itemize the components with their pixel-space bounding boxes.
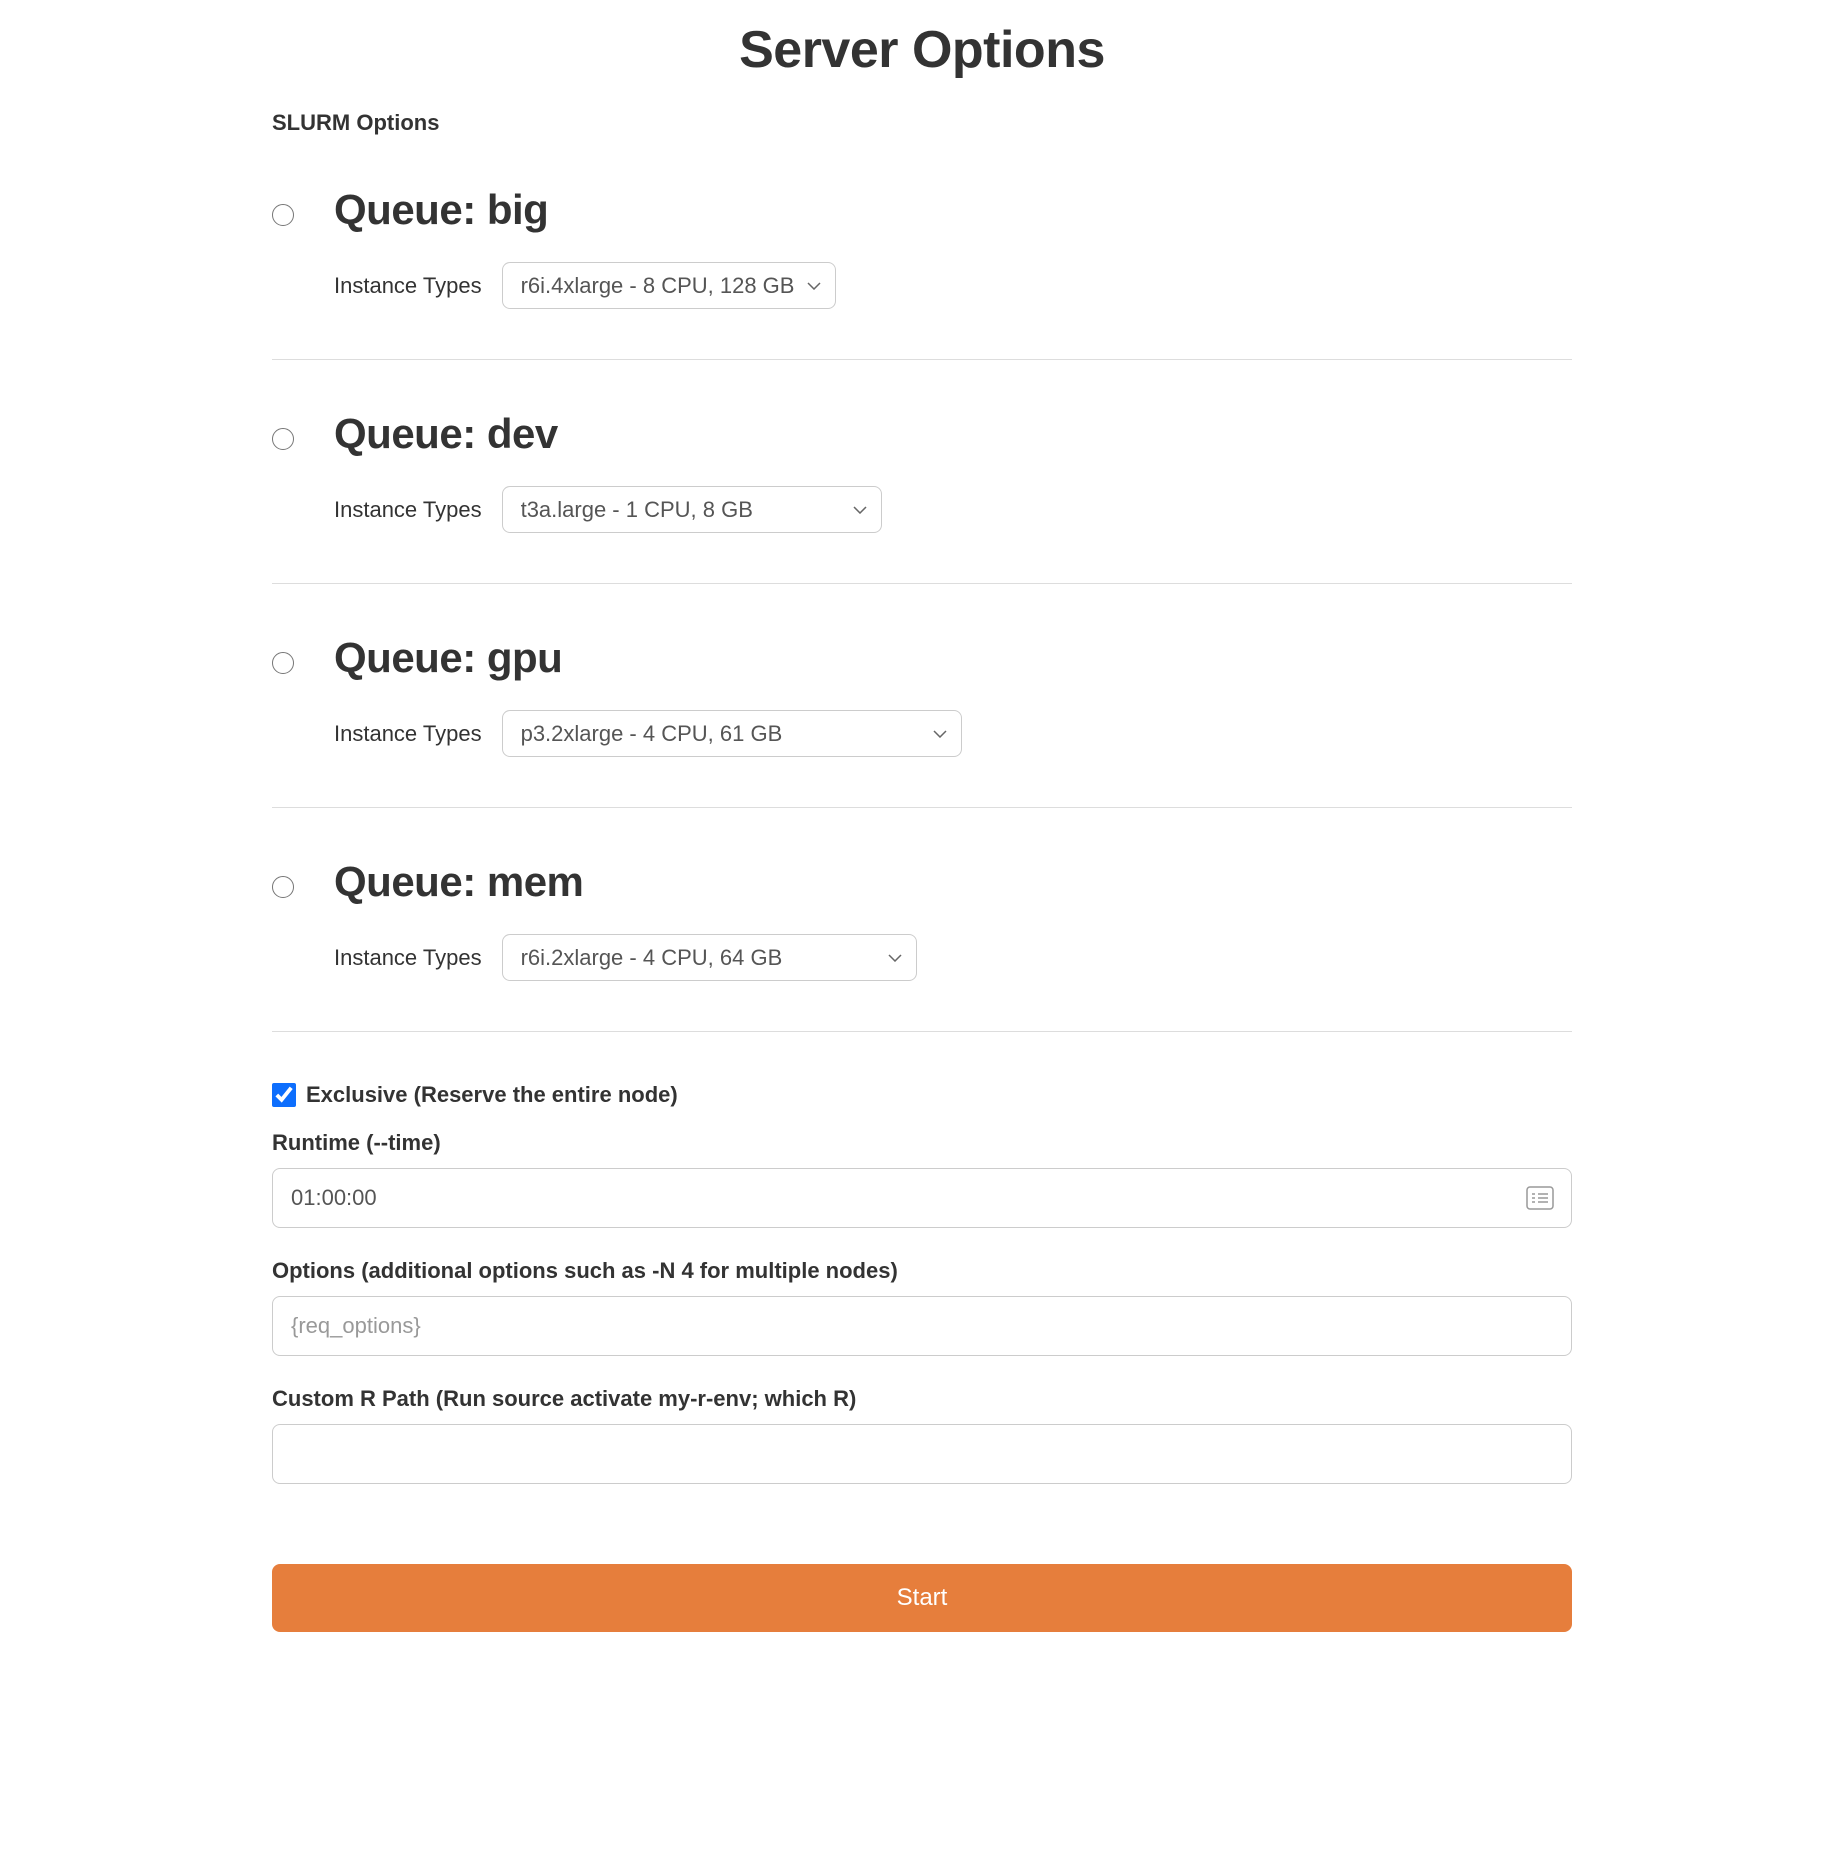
runtime-input[interactable] — [272, 1168, 1572, 1228]
instance-types-label: Instance Types — [334, 945, 482, 971]
instance-types-label: Instance Types — [334, 273, 482, 299]
exclusive-checkbox[interactable] — [272, 1083, 296, 1107]
start-button[interactable]: Start — [272, 1564, 1572, 1632]
options-label: Options (additional options such as -N 4… — [272, 1258, 1572, 1284]
instance-select-big[interactable]: r6i.4xlarge - 8 CPU, 128 GB — [502, 262, 836, 309]
options-field-group: Options (additional options such as -N 4… — [272, 1258, 1572, 1356]
exclusive-label: Exclusive (Reserve the entire node) — [306, 1082, 678, 1108]
custom-r-path-label: Custom R Path (Run source activate my-r-… — [272, 1386, 1572, 1412]
instance-select-gpu[interactable]: p3.2xlarge - 4 CPU, 61 GB — [502, 710, 962, 757]
queue-block-big: Queue: big Instance Types r6i.4xlarge - … — [272, 186, 1572, 359]
custom-r-path-input[interactable] — [272, 1424, 1572, 1484]
queue-block-gpu: Queue: gpu Instance Types p3.2xlarge - 4… — [272, 634, 1572, 807]
queue-title-mem: Queue: mem — [334, 858, 1572, 906]
instance-types-label: Instance Types — [334, 497, 482, 523]
instance-types-label: Instance Types — [334, 721, 482, 747]
divider — [272, 1031, 1572, 1032]
instance-select-dev[interactable]: t3a.large - 1 CPU, 8 GB — [502, 486, 882, 533]
divider — [272, 583, 1572, 584]
runtime-field-group: Runtime (--time) — [272, 1130, 1572, 1228]
queue-radio-big[interactable] — [272, 204, 294, 226]
runtime-label: Runtime (--time) — [272, 1130, 1572, 1156]
queue-title-big: Queue: big — [334, 186, 1572, 234]
divider — [272, 359, 1572, 360]
instance-select-mem[interactable]: r6i.2xlarge - 4 CPU, 64 GB — [502, 934, 917, 981]
page-title: Server Options — [272, 20, 1572, 80]
queue-radio-mem[interactable] — [272, 876, 294, 898]
custom-r-path-field-group: Custom R Path (Run source activate my-r-… — [272, 1386, 1572, 1484]
queue-title-dev: Queue: dev — [334, 410, 1572, 458]
options-input[interactable] — [272, 1296, 1572, 1356]
slurm-options-label: SLURM Options — [272, 110, 1572, 136]
divider — [272, 807, 1572, 808]
queue-title-gpu: Queue: gpu — [334, 634, 1572, 682]
queue-radio-dev[interactable] — [272, 428, 294, 450]
queue-block-dev: Queue: dev Instance Types t3a.large - 1 … — [272, 410, 1572, 583]
exclusive-row: Exclusive (Reserve the entire node) — [272, 1082, 1572, 1108]
queue-radio-gpu[interactable] — [272, 652, 294, 674]
queue-block-mem: Queue: mem Instance Types r6i.2xlarge - … — [272, 858, 1572, 1031]
